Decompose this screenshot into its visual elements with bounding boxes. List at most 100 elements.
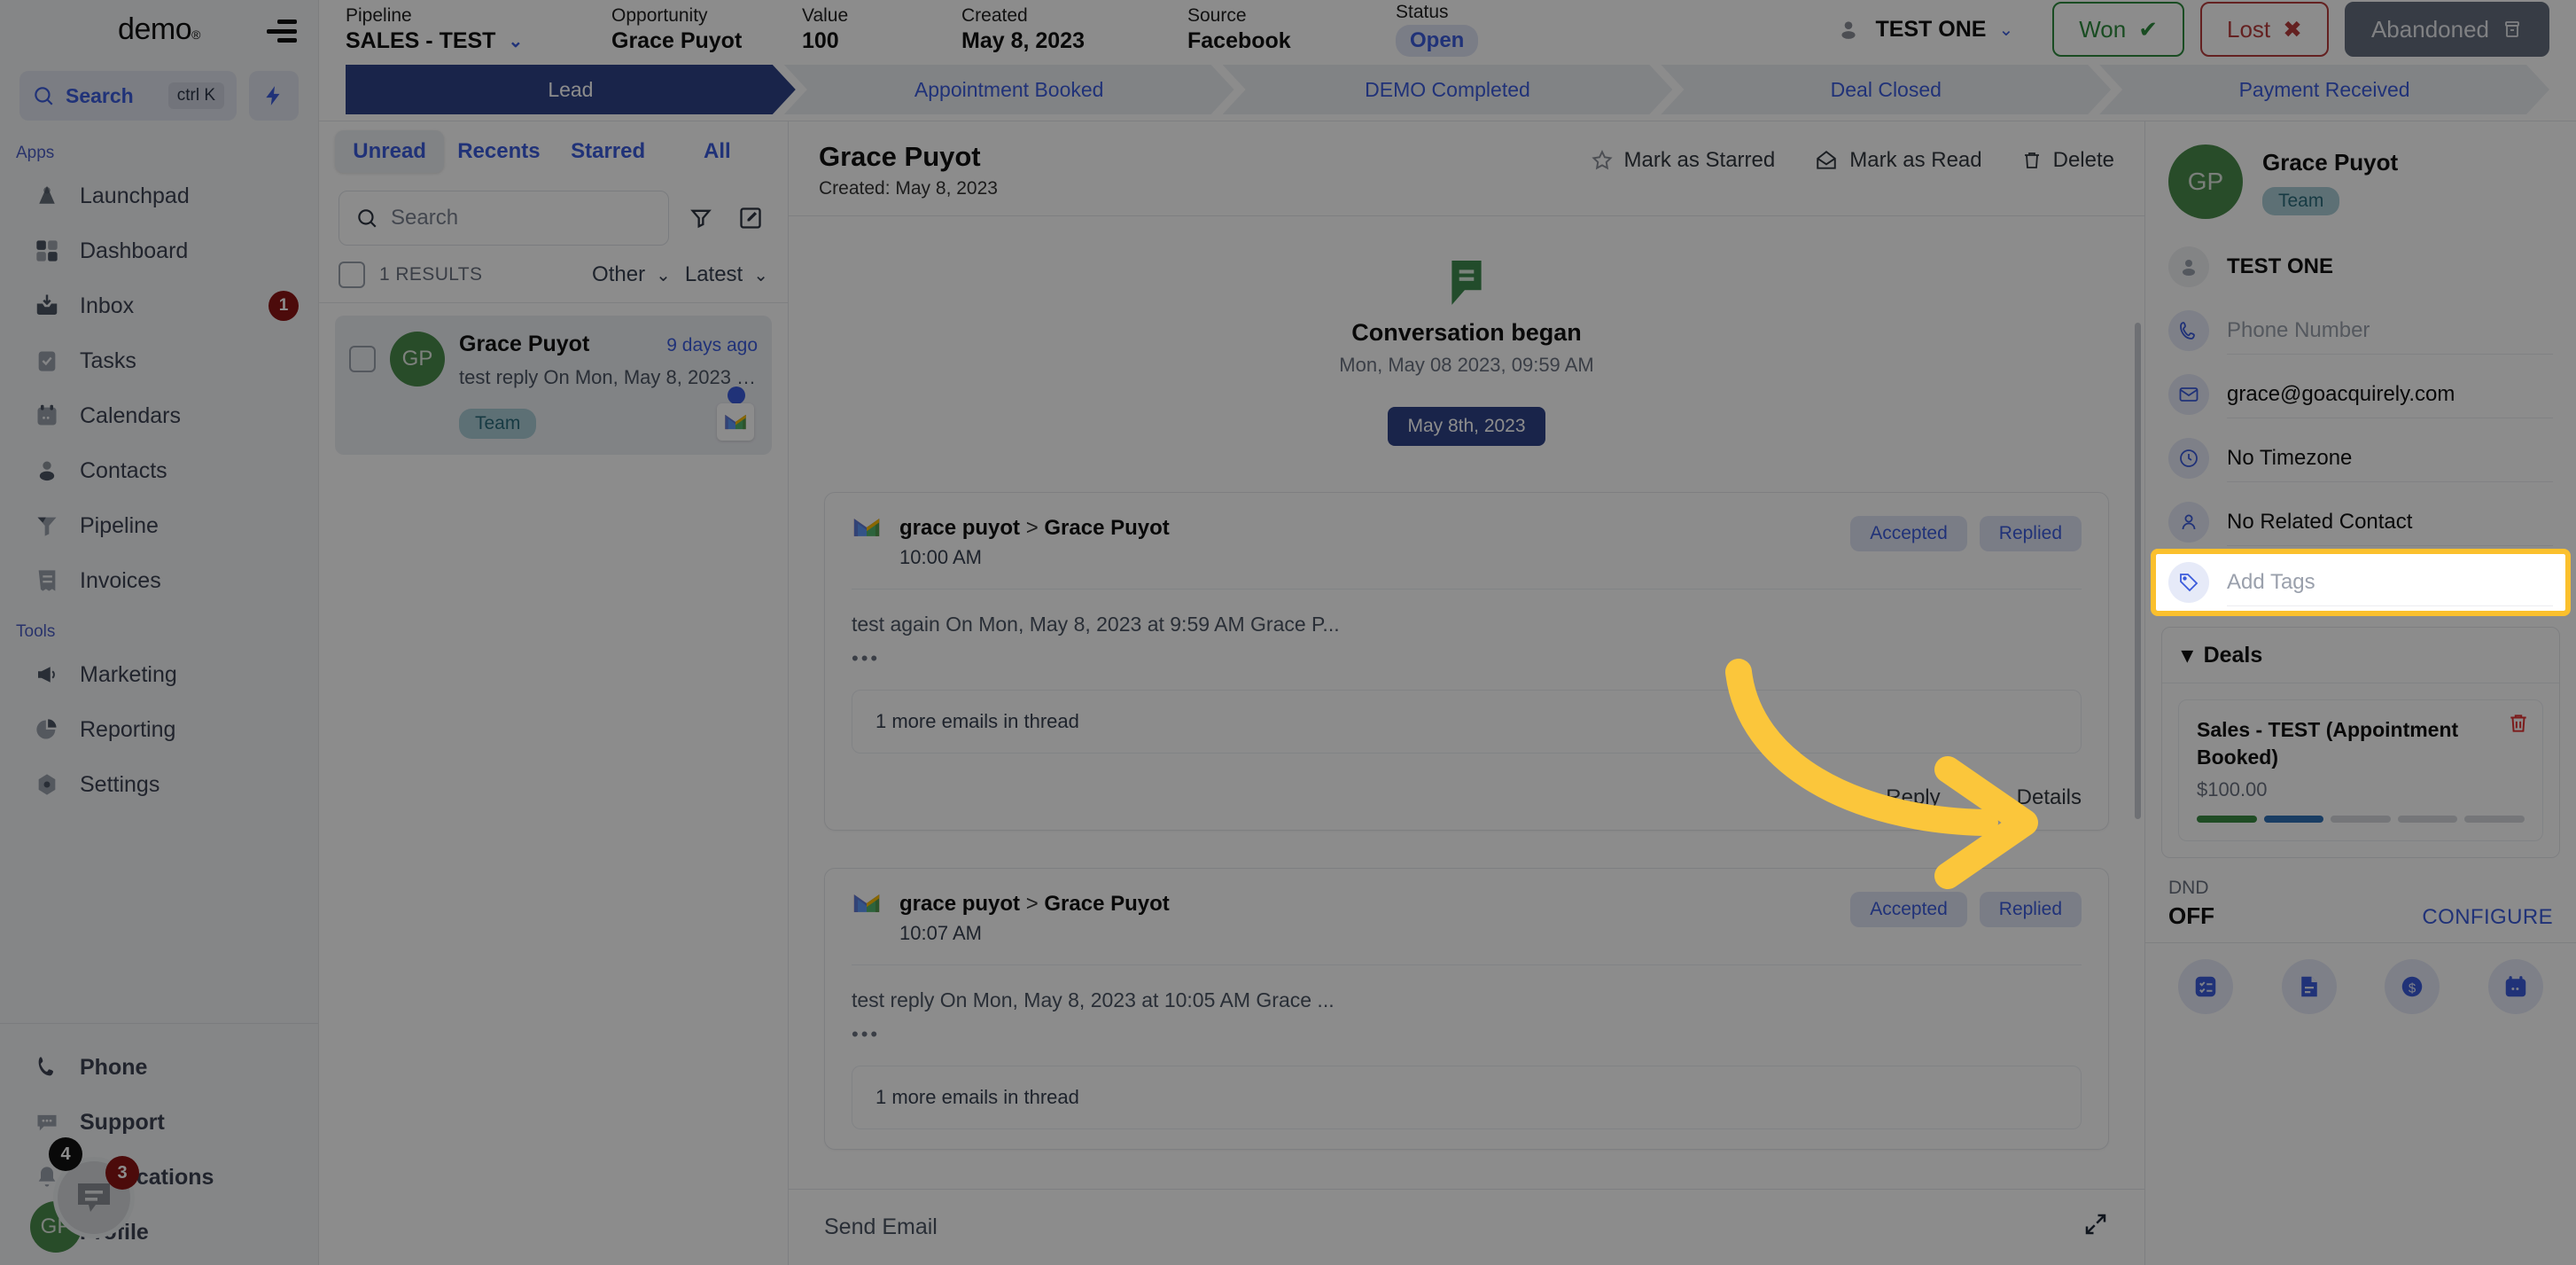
dollar-icon[interactable]: $ xyxy=(2385,959,2440,1015)
messages-scroll[interactable]: Conversation began Mon, May 08 2023, 09:… xyxy=(789,216,2144,1189)
timezone-field[interactable]: No Timezone xyxy=(2227,434,2553,482)
value-amount: 100 xyxy=(802,27,839,53)
global-search-input[interactable]: Search ctrl K xyxy=(19,71,237,121)
conversation-search-input[interactable]: Search xyxy=(339,191,669,246)
sidebar-item-support[interactable]: Support xyxy=(0,1095,318,1150)
chevron-down-icon: ⌄ xyxy=(508,31,524,51)
field-opportunity: Opportunity Grace Puyot xyxy=(611,5,802,54)
tab-starred[interactable]: Starred xyxy=(554,130,663,173)
row-checkbox[interactable] xyxy=(349,346,376,372)
conversation-began-sub: Mon, May 08 2023, 09:59 AM xyxy=(1339,354,1594,376)
tab-unread[interactable]: Unread xyxy=(335,130,445,173)
mark-as-starred-button[interactable]: Mark as Starred xyxy=(1591,148,1776,173)
stage-demo-completed[interactable]: DEMO Completed xyxy=(1223,65,1673,114)
message-time: 10:00 AM xyxy=(899,546,982,568)
message-sender: grace puyot xyxy=(899,892,1021,916)
owner-avatar-icon xyxy=(1834,15,1863,43)
phone-input[interactable]: Phone Number xyxy=(2227,307,2553,355)
details-button[interactable]: Details xyxy=(1985,785,2082,810)
sidebar-item-launchpad[interactable]: Launchpad xyxy=(0,168,318,223)
sidebar-item-pipeline[interactable]: Pipeline xyxy=(0,498,318,553)
message-sender: grace puyot xyxy=(899,516,1021,540)
calendar-icon[interactable] xyxy=(2487,959,2543,1015)
lost-button[interactable]: Lost ✖ xyxy=(2200,2,2329,57)
conversation-actions: Mark as Starred Mark as Read Delete xyxy=(1591,141,2114,173)
filter-button[interactable] xyxy=(683,200,719,236)
search-icon xyxy=(358,209,377,228)
sort-latest-dropdown[interactable]: Latest ⌄ xyxy=(685,262,768,287)
deal-card[interactable]: Sales - TEST (Appointment Booked) $100.0… xyxy=(2178,699,2543,842)
sidebar-item-calendars[interactable]: Calendars xyxy=(0,388,318,443)
expand-composer-icon[interactable] xyxy=(2082,1211,2109,1244)
add-tags-row-highlight[interactable]: Add Tags xyxy=(2151,549,2571,616)
sidebar-item-marketing[interactable]: Marketing xyxy=(0,647,318,702)
tasks-icon xyxy=(32,346,62,376)
envelope-icon xyxy=(2168,374,2209,415)
sidebar-item-tasks[interactable]: Tasks xyxy=(0,333,318,388)
close-icon: ✖ xyxy=(2283,15,2302,43)
document-icon[interactable] xyxy=(2281,959,2337,1015)
stage-lead[interactable]: Lead xyxy=(346,65,796,114)
sidebar-item-contacts[interactable]: Contacts xyxy=(0,443,318,498)
pipeline-value: SALES - TEST xyxy=(346,27,496,53)
mark-as-read-button[interactable]: Mark as Read xyxy=(1814,148,1982,173)
stage-deal-closed[interactable]: Deal Closed xyxy=(1661,65,2111,114)
thread-note[interactable]: 1 more emails in thread xyxy=(852,690,2082,754)
delete-deal-icon[interactable] xyxy=(2507,711,2530,742)
message-header: grace puyot > Grace Puyot 10:07 AM Accep… xyxy=(852,892,2082,945)
message-chips: Accepted Replied xyxy=(1850,516,2082,551)
sidebar-item-phone[interactable]: Phone xyxy=(0,1040,318,1095)
filter-other-dropdown[interactable]: Other ⌄ xyxy=(592,262,671,287)
quick-actions-button[interactable] xyxy=(249,71,299,121)
stage-payment-received[interactable]: Payment Received xyxy=(2099,65,2549,114)
contact-owner: TEST ONE xyxy=(2227,254,2334,278)
tab-recents[interactable]: Recents xyxy=(444,130,553,173)
stages: Lead Appointment Booked DEMO Completed D… xyxy=(346,65,2549,114)
sidebar-item-dashboard[interactable]: Dashboard xyxy=(0,223,318,278)
arrow-separator: > xyxy=(1025,892,1039,916)
owner-select[interactable]: TEST ONE ⌄ xyxy=(1834,15,2013,43)
reply-button[interactable]: Reply xyxy=(1854,785,1941,810)
send-email-input[interactable]: Send Email xyxy=(824,1214,2082,1240)
sidebar-item-label: Invoices xyxy=(80,567,161,593)
pipeline-select[interactable]: SALES - TEST ⌄ xyxy=(346,28,611,54)
tab-all[interactable]: All xyxy=(663,130,772,173)
mark-as-starred-label: Mark as Starred xyxy=(1623,148,1776,172)
sort-latest-label: Latest xyxy=(684,262,743,286)
deals-header[interactable]: ▾ Deals xyxy=(2162,628,2559,683)
configure-link[interactable]: CONFIGURE xyxy=(2422,905,2553,930)
stage-appointment-booked[interactable]: Appointment Booked xyxy=(784,65,1234,114)
expand-ellipsis[interactable]: ••• xyxy=(852,647,2082,670)
envelope-open-icon xyxy=(1817,151,1836,169)
delete-button[interactable]: Delete xyxy=(2021,148,2114,173)
sidebar-item-settings[interactable]: Settings xyxy=(0,757,318,812)
sidebar-item-label: Pipeline xyxy=(80,512,159,538)
calendar-icon xyxy=(32,401,62,431)
sidebar-item-inbox[interactable]: Inbox 1 xyxy=(0,278,318,333)
select-all-checkbox[interactable] xyxy=(339,262,365,288)
conversation-began-icon xyxy=(1448,261,1485,308)
email-field[interactable]: grace@goacquirely.com xyxy=(2227,371,2553,418)
main-area: Pipeline SALES - TEST ⌄ Opportunity Grac… xyxy=(319,0,2576,1265)
sidebar-item-reporting[interactable]: Reporting xyxy=(0,702,318,757)
list-item[interactable]: GP Grace Puyot 9 days ago test reply On … xyxy=(335,316,772,455)
compose-button[interactable] xyxy=(733,200,768,236)
reply-icon xyxy=(1856,793,1872,803)
sidebar-item-notifications[interactable]: Notifications xyxy=(0,1150,318,1205)
related-contact-field[interactable]: No Related Contact xyxy=(2227,498,2553,546)
messages-scrollbar[interactable] xyxy=(2135,323,2141,819)
abandoned-button[interactable]: Abandoned xyxy=(2344,2,2549,57)
collapse-sidebar-icon[interactable] xyxy=(267,20,297,43)
divider xyxy=(852,589,2082,590)
deal-progress xyxy=(2197,816,2525,824)
add-tags-input[interactable]: Add Tags xyxy=(2227,558,2553,606)
deals-section: ▾ Deals Sales - TEST (Appointment Booked… xyxy=(2161,627,2560,859)
task-list-icon[interactable] xyxy=(2178,959,2234,1015)
dnd-value: OFF xyxy=(2168,902,2214,930)
sidebar-item-invoices[interactable]: Invoices xyxy=(0,553,318,608)
won-button[interactable]: Won ✔ xyxy=(2052,2,2185,57)
expand-ellipsis[interactable]: ••• xyxy=(852,1023,2082,1046)
thread-note[interactable]: 1 more emails in thread xyxy=(852,1066,2082,1129)
field-label: Pipeline xyxy=(346,4,412,26)
sidebar-search-row: Search ctrl K xyxy=(0,59,318,129)
